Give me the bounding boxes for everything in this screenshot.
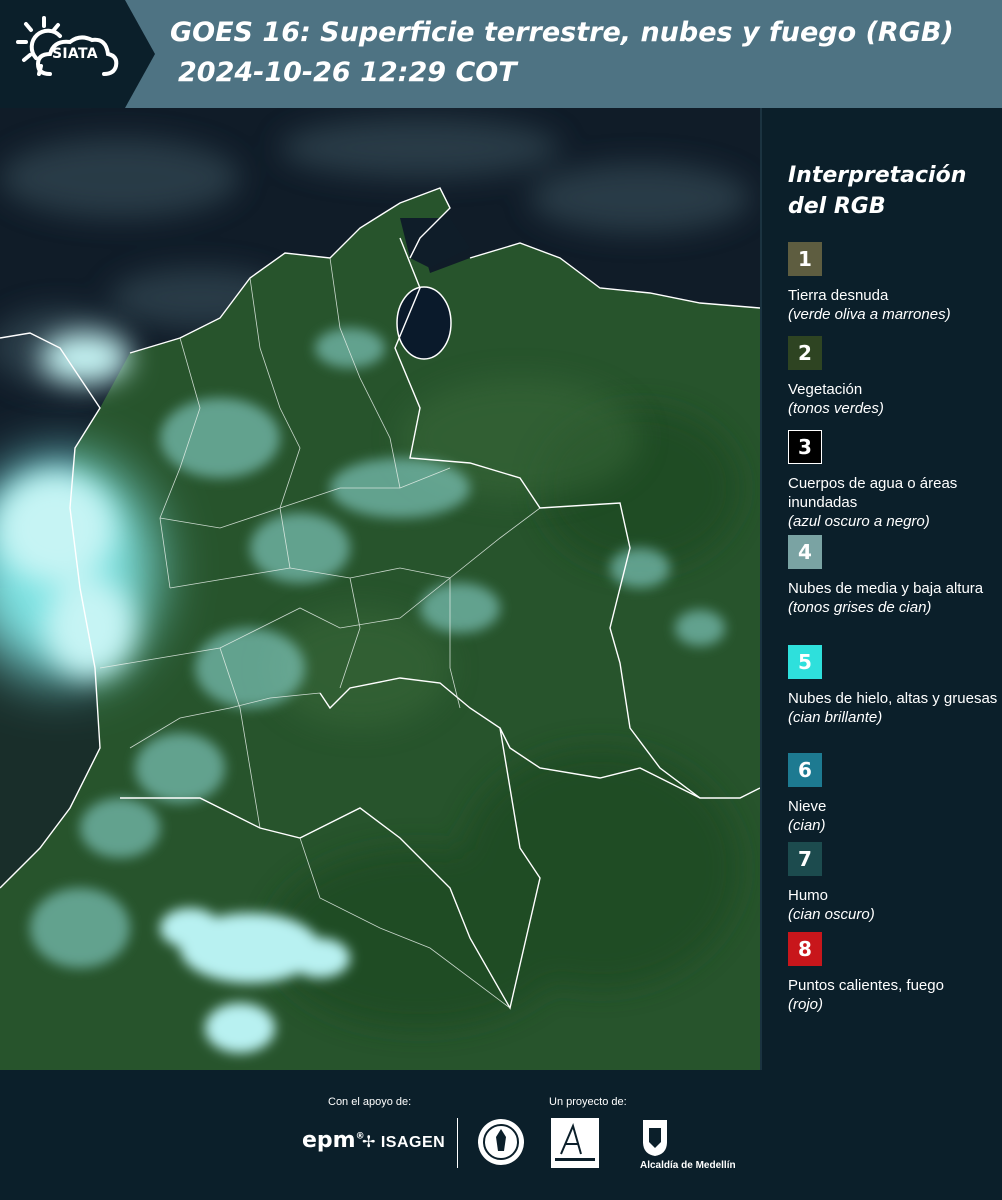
footer: Con el apoyo de: Un proyecto de: epm® ✢ … <box>0 1070 1002 1200</box>
legend-swatch: 6 <box>788 753 822 787</box>
legend-item: 3 Cuerpos de agua o áreas inundadas (azul … <box>788 430 1000 531</box>
legend-label: Cuerpos de agua o áreas inundadas <box>788 475 958 511</box>
isagen-logo[interactable]: ✢ ISAGEN <box>362 1132 445 1152</box>
epm-logo-text: epm <box>302 1128 356 1153</box>
legend-note: (tonos grises de cian) <box>788 599 932 616</box>
legend-label: Humo <box>788 887 829 904</box>
legend-label: Nieve <box>788 798 827 815</box>
legend-item: 7 Humo (cian oscuro) <box>788 842 1000 924</box>
alcaldia-shield-icon[interactable] <box>640 1118 670 1158</box>
legend-note: (cian brillante) <box>788 709 883 726</box>
university-seal-icon[interactable] <box>476 1117 526 1167</box>
legend-label: Vegetación <box>788 381 863 398</box>
legend-note: (cian oscuro) <box>788 906 875 923</box>
rgb-legend: Interpretación del RGB 1 Tierra desnuda (v… <box>788 160 1000 1013</box>
legend-swatch: 3 <box>788 430 822 464</box>
page-subtitle-timestamp: 2024-10-26 12:29 COT <box>178 57 517 88</box>
legend-swatch: 4 <box>788 535 822 569</box>
legend-note: (azul oscuro a negro) <box>788 513 930 530</box>
support-caption: Con el apoyo de: <box>328 1096 412 1108</box>
logo-text: SIATA <box>52 46 98 62</box>
legend-swatch: 7 <box>788 842 822 876</box>
legend-swatch: 8 <box>788 932 822 966</box>
project-caption: Un proyecto de: <box>549 1096 627 1108</box>
legend-label: Nubes de hielo, altas y gruesas <box>788 690 998 707</box>
header-bar: SIATA GOES 16: Superficie terrestre, nub… <box>0 0 1002 108</box>
satellite-map <box>0 108 760 1070</box>
isagen-icon: ✢ <box>362 1134 381 1151</box>
satellite-image <box>0 108 762 1070</box>
legend-note: (verde oliva a marrones) <box>788 306 951 323</box>
legend-title: Interpretación del RGB <box>788 160 1000 222</box>
legend-swatch: 5 <box>788 645 822 679</box>
footer-divider <box>457 1118 458 1168</box>
legend-label: Puntos calientes, fuego <box>788 977 944 994</box>
isagen-logo-text: ISAGEN <box>380 1134 446 1151</box>
legend-label: Nubes de media y baja altura <box>788 580 984 597</box>
legend-title-line1: Interpretación <box>788 163 967 188</box>
legend-note: (rojo) <box>788 996 824 1013</box>
siata-logo[interactable]: SIATA <box>0 0 155 108</box>
legend-item: 8 Puntos calientes, fuego (rojo) <box>788 932 1000 1014</box>
epm-logo[interactable]: epm® <box>302 1128 365 1153</box>
alcaldia-logo-text: Alcaldía de Medellín <box>640 1160 736 1171</box>
page-title: GOES 16: Superficie terrestre, nubes y f… <box>170 17 954 48</box>
legend-item: 4 Nubes de media y baja altura (tonos gris… <box>788 535 1000 617</box>
area-metropolitana-logo[interactable] <box>551 1118 599 1168</box>
legend-item: 6 Nieve (cian) <box>788 753 1000 835</box>
legend-item: 5 Nubes de hielo, altas y gruesas (cian br… <box>788 645 1000 727</box>
legend-title-line2: del RGB <box>788 194 886 219</box>
legend-label: Tierra desnuda <box>788 287 889 304</box>
legend-note: (cian) <box>788 817 826 834</box>
legend-item: 1 Tierra desnuda (verde oliva a marrones) <box>788 242 1000 324</box>
legend-note: (tonos verdes) <box>788 400 884 417</box>
legend-swatch: 1 <box>788 242 822 276</box>
legend-swatch: 2 <box>788 336 822 370</box>
legend-item: 2 Vegetación (tonos verdes) <box>788 336 1000 418</box>
